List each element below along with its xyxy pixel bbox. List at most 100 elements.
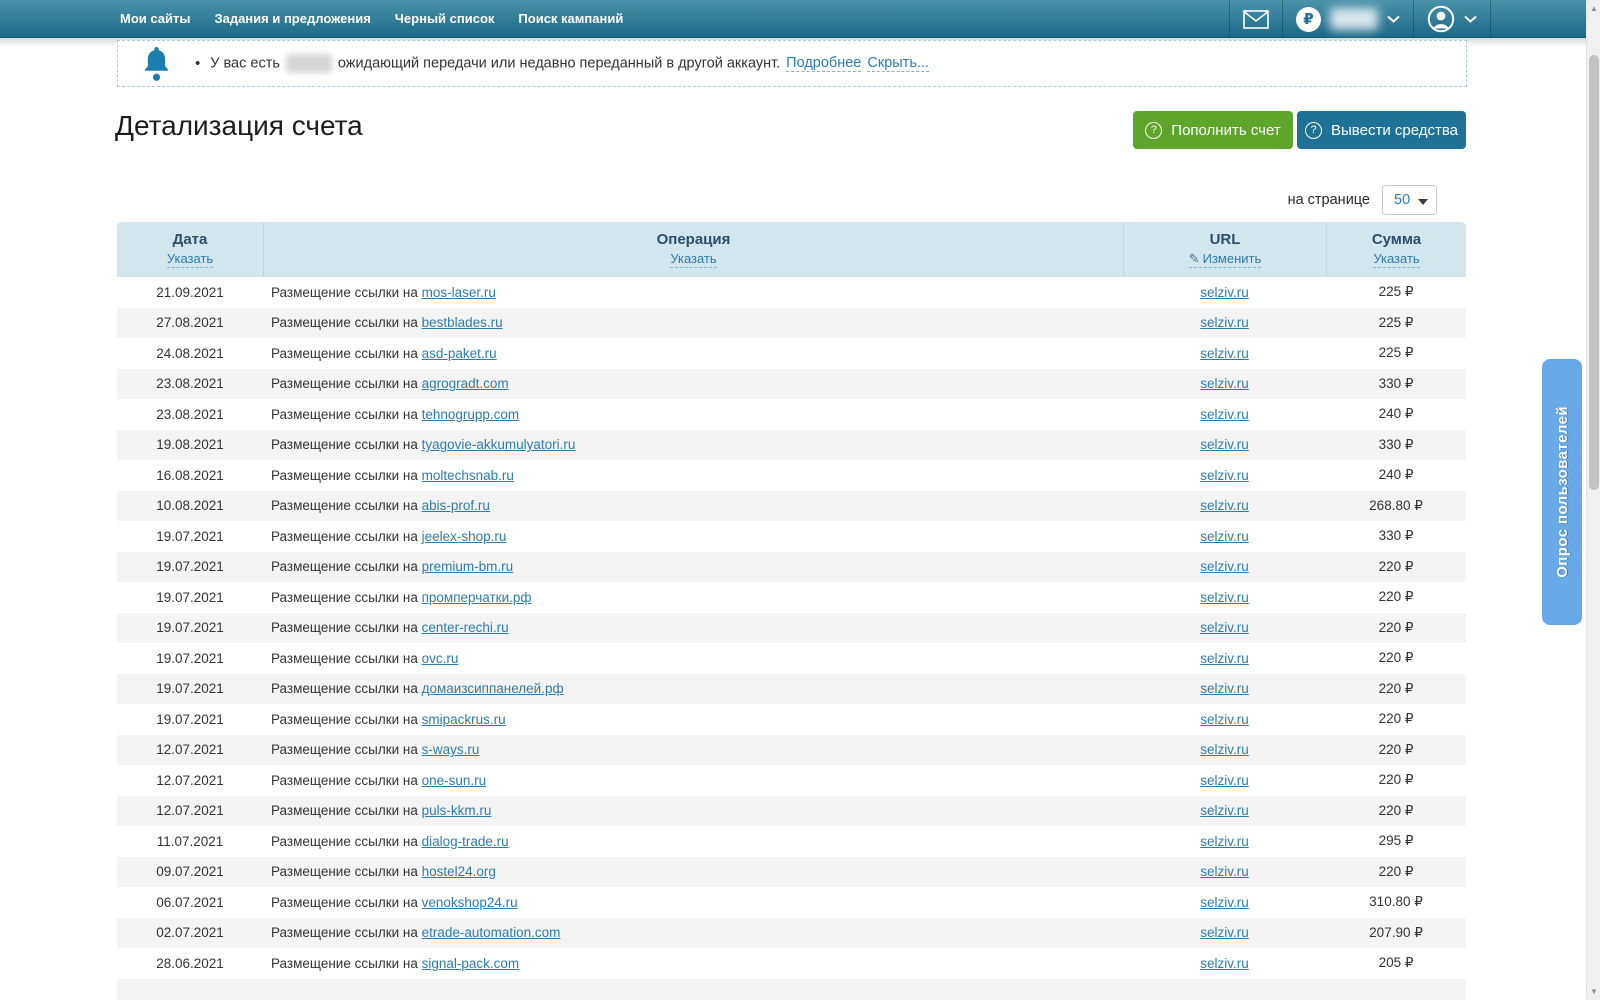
- operation-site-link[interactable]: venokshop24.ru: [422, 895, 518, 910]
- row-amount: 310.80 ₽: [1369, 894, 1423, 910]
- operation-prefix: Размещение ссылки на: [271, 589, 422, 605]
- operation-filter-link[interactable]: Указать: [670, 251, 717, 269]
- operation-site-link[interactable]: center-rechi.ru: [422, 620, 509, 635]
- operation-site-link[interactable]: abis-prof.ru: [422, 498, 490, 513]
- operation-site-link[interactable]: signal-pack.com: [422, 956, 520, 971]
- row-url-link[interactable]: selziv.ru: [1200, 498, 1249, 513]
- row-url-link[interactable]: selziv.ru: [1200, 742, 1249, 757]
- table-row: 28.06.2021 Размещение ссылки на signal-p…: [117, 948, 1466, 979]
- row-url-link[interactable]: selziv.ru: [1200, 590, 1249, 605]
- amount-filter-link[interactable]: Указать: [1373, 251, 1420, 269]
- partial-next-row: [117, 978, 1466, 1000]
- row-date: 19.07.2021: [156, 559, 224, 575]
- row-url-link[interactable]: selziv.ru: [1200, 620, 1249, 635]
- row-url-link[interactable]: selziv.ru: [1200, 712, 1249, 727]
- operation-site-link[interactable]: tyagovie-akkumulyatori.ru: [422, 437, 576, 452]
- row-amount: 220 ₽: [1378, 711, 1414, 727]
- row-amount: 295 ₽: [1378, 833, 1414, 849]
- row-url-link[interactable]: selziv.ru: [1200, 681, 1249, 696]
- row-url-link[interactable]: selziv.ru: [1200, 315, 1249, 330]
- row-url-link[interactable]: selziv.ru: [1200, 803, 1249, 818]
- row-url-link[interactable]: selziv.ru: [1200, 437, 1249, 452]
- row-amount: 220 ₽: [1378, 772, 1414, 788]
- table-row: 19.07.2021 Размещение ссылки на ovc.ru s…: [117, 643, 1466, 674]
- row-url-link[interactable]: selziv.ru: [1200, 925, 1249, 940]
- user-survey-tab[interactable]: Опрос пользователей: [1542, 359, 1582, 625]
- operation-site-link[interactable]: premium-bm.ru: [422, 559, 514, 574]
- scroll-down-button[interactable]: ▼: [1587, 983, 1600, 1000]
- url-edit-link[interactable]: ✎ Изменить: [1188, 251, 1262, 269]
- chevron-down-icon: [1464, 15, 1477, 23]
- scroll-up-button[interactable]: ▲: [1587, 0, 1600, 17]
- operation-prefix: Размещение ссылки на: [271, 559, 422, 575]
- table-row: 23.08.2021 Размещение ссылки на agrograd…: [117, 368, 1466, 399]
- row-url-link[interactable]: selziv.ru: [1200, 559, 1249, 574]
- operation-prefix: Размещение ссылки на: [271, 467, 422, 483]
- chevron-down-icon: [1387, 15, 1400, 23]
- operation-site-link[interactable]: tehnogrupp.com: [422, 407, 520, 422]
- table-row: 12.07.2021 Размещение ссылки на one-sun.…: [117, 765, 1466, 796]
- operation-site-link[interactable]: промперчатки.рф: [422, 590, 532, 605]
- operation-site-link[interactable]: ovc.ru: [422, 651, 459, 666]
- nav-campaign-search[interactable]: Поиск кампаний: [518, 11, 623, 26]
- date-filter-link[interactable]: Указать: [166, 251, 214, 269]
- account-menu[interactable]: [1413, 0, 1491, 38]
- row-url-link[interactable]: selziv.ru: [1200, 956, 1249, 971]
- table-row: 19.07.2021 Размещение ссылки на center-r…: [117, 612, 1466, 643]
- operation-site-link[interactable]: dialog-trade.ru: [422, 834, 509, 849]
- operation-site-link[interactable]: one-sun.ru: [422, 773, 487, 788]
- scrollbar-thumb[interactable]: [1589, 55, 1599, 490]
- table-header: Дата Указать Операция Указать URL ✎ Измен…: [117, 222, 1466, 277]
- balance-menu[interactable]: ₽: [1282, 0, 1413, 38]
- row-url-link[interactable]: selziv.ru: [1200, 773, 1249, 788]
- row-date: 19.08.2021: [156, 437, 224, 453]
- operation-site-link[interactable]: etrade-automation.com: [422, 925, 561, 940]
- table-row: 19.07.2021 Размещение ссылки на промперч…: [117, 582, 1466, 613]
- blurred-balance: [1330, 8, 1378, 30]
- row-date: 16.08.2021: [156, 467, 224, 483]
- row-url-link[interactable]: selziv.ru: [1200, 468, 1249, 483]
- row-date: 19.07.2021: [156, 589, 224, 605]
- per-page-select[interactable]: 50: [1382, 185, 1437, 215]
- row-url-link[interactable]: selziv.ru: [1200, 895, 1249, 910]
- operation-site-link[interactable]: smipackrus.ru: [422, 712, 506, 727]
- table-row: 12.07.2021 Размещение ссылки на s-ways.r…: [117, 734, 1466, 765]
- row-date: 09.07.2021: [156, 864, 224, 880]
- operation-site-link[interactable]: mos-laser.ru: [422, 285, 496, 300]
- row-url-link[interactable]: selziv.ru: [1200, 529, 1249, 544]
- main-menu: Мои сайты Задания и предложения Черный с…: [0, 11, 623, 26]
- nav-my-sites[interactable]: Мои сайты: [120, 11, 190, 26]
- operation-site-link[interactable]: bestblades.ru: [422, 315, 503, 330]
- row-date: 19.07.2021: [156, 528, 224, 544]
- page-scrollbar[interactable]: ▲ ▼: [1586, 0, 1600, 1000]
- nav-tasks-offers[interactable]: Задания и предложения: [214, 11, 370, 26]
- row-url-link[interactable]: selziv.ru: [1200, 285, 1249, 300]
- details-link[interactable]: Подробнее: [786, 55, 862, 73]
- row-url-link[interactable]: selziv.ru: [1200, 407, 1249, 422]
- nav-blacklist[interactable]: Черный список: [395, 11, 495, 26]
- row-url-link[interactable]: selziv.ru: [1200, 376, 1249, 391]
- operation-site-link[interactable]: s-ways.ru: [422, 742, 480, 757]
- operation-prefix: Размещение ссылки на: [271, 681, 422, 697]
- hide-link[interactable]: Скрыть...: [867, 55, 929, 73]
- row-amount: 225 ₽: [1378, 284, 1414, 300]
- operation-site-link[interactable]: домаизсиппанелей.рф: [422, 681, 564, 696]
- row-url-link[interactable]: selziv.ru: [1200, 651, 1249, 666]
- operation-site-link[interactable]: agrogradt.com: [422, 376, 509, 391]
- operation-site-link[interactable]: asd-paket.ru: [422, 346, 497, 361]
- row-url-link[interactable]: selziv.ru: [1200, 834, 1249, 849]
- operation-site-link[interactable]: puls-kkm.ru: [422, 803, 492, 818]
- topup-button[interactable]: ? Пополнить счет: [1133, 111, 1293, 149]
- operation-site-link[interactable]: moltechsnab.ru: [422, 468, 514, 483]
- row-amount: 220 ₽: [1378, 741, 1414, 757]
- operation-site-link[interactable]: hostel24.org: [422, 864, 496, 879]
- operation-site-link[interactable]: jeelex-shop.ru: [422, 529, 507, 544]
- row-amount: 205 ₽: [1378, 955, 1414, 971]
- row-date: 12.07.2021: [156, 772, 224, 788]
- withdraw-button[interactable]: ? Вывести средства: [1297, 111, 1466, 149]
- bell-icon: [145, 47, 168, 81]
- messages-button[interactable]: [1229, 0, 1282, 38]
- row-url-link[interactable]: selziv.ru: [1200, 346, 1249, 361]
- table-row: 19.07.2021 Размещение ссылки на jeelex-s…: [117, 521, 1466, 552]
- row-url-link[interactable]: selziv.ru: [1200, 864, 1249, 879]
